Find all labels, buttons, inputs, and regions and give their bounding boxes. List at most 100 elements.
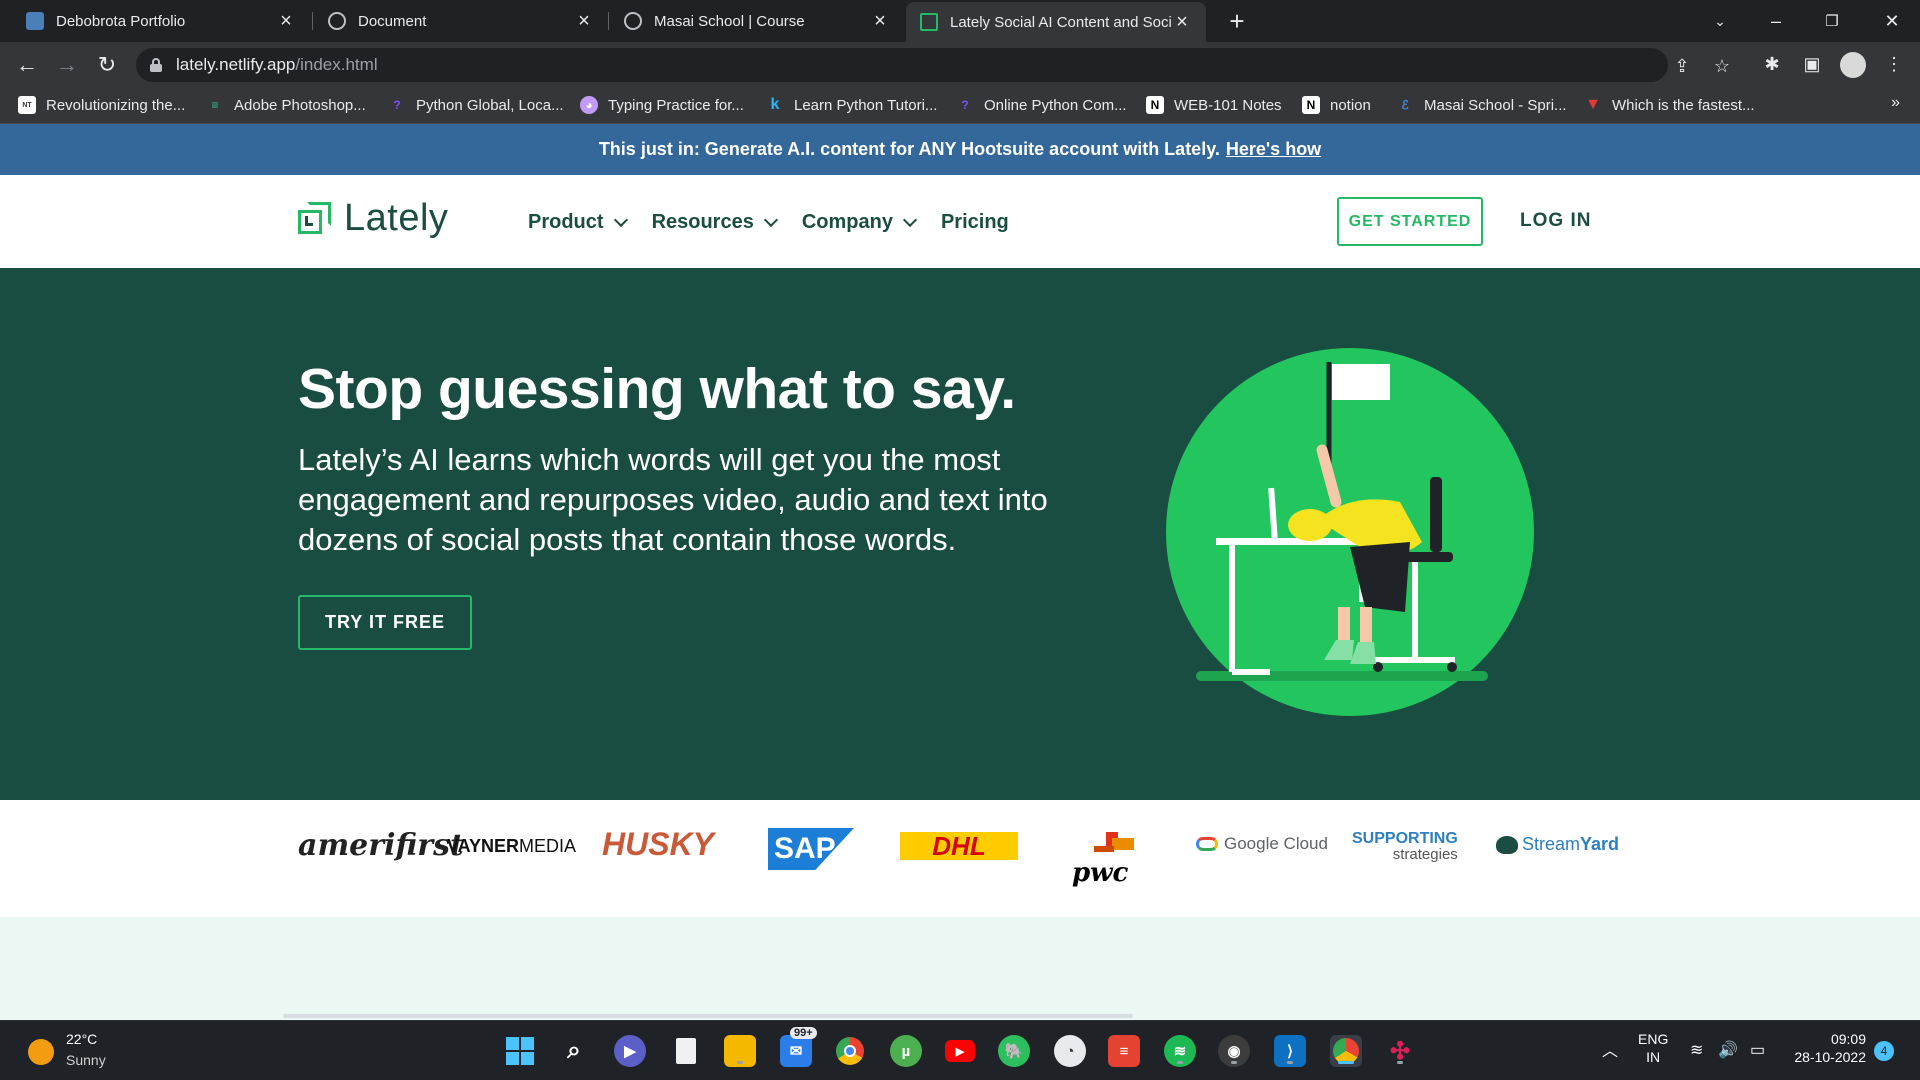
bookmark-item[interactable]: ? Online Python Com... (956, 96, 1126, 114)
google-cloud-icon (1196, 837, 1218, 851)
tab-title: Masai School | Course (654, 12, 805, 30)
start-icon[interactable] (504, 1035, 536, 1067)
bookmark-item[interactable]: ◕ Typing Practice for... (580, 96, 744, 114)
chevron-down-icon (763, 212, 778, 228)
bookmark-item[interactable]: ▼ Which is the fastest... (1584, 96, 1754, 114)
bookmark-item[interactable]: ≡ Adobe Photoshop... (206, 96, 366, 114)
youtube-icon[interactable]: ▶ (944, 1035, 976, 1067)
bookmark-label: WEB-101 Notes (1174, 96, 1282, 114)
volume-icon[interactable]: 🔊 (1718, 1040, 1738, 1060)
menu-resources[interactable]: Resources (652, 211, 778, 234)
bookmark-item[interactable]: ℰ Masai School - Spri... (1396, 96, 1566, 114)
mail-icon[interactable]: ✉ 99+ (780, 1027, 817, 1067)
notification-badge[interactable]: 4 (1874, 1041, 1894, 1061)
notion-icon: N (1302, 96, 1320, 114)
tab-search-icon[interactable]: ⌄ (1692, 0, 1748, 42)
lang-text: ENG (1638, 1031, 1669, 1047)
globe-icon (328, 12, 346, 30)
clock-app-icon[interactable]: ◔ (1054, 1035, 1086, 1067)
extensions-icon[interactable]: ✱ (1760, 52, 1784, 76)
notepad-icon[interactable] (670, 1035, 702, 1067)
bookmark-favicon-icon: ▼ (1585, 96, 1601, 113)
chrome-active-icon[interactable] (1330, 1035, 1362, 1067)
utorrent-icon[interactable]: µ (890, 1035, 922, 1067)
restore-icon[interactable]: ❐ (1804, 0, 1860, 42)
bookmark-favicon-icon: ? (961, 98, 969, 112)
tab-masai-school[interactable]: Masai School | Course × (610, 0, 904, 42)
back-icon[interactable]: ← (12, 50, 42, 80)
bookmark-item[interactable]: ? Python Global, Loca... (388, 96, 564, 114)
wifi-icon[interactable]: ≋ (1690, 1040, 1703, 1060)
file-explorer-icon[interactable] (724, 1035, 756, 1067)
horizontal-scrollbar[interactable] (283, 1014, 1133, 1018)
bookmark-favicon-icon: ◕ (580, 96, 598, 114)
profile-avatar[interactable] (1840, 52, 1866, 78)
logo-text: Lately (344, 197, 449, 239)
new-tab-icon[interactable]: + (1222, 6, 1252, 37)
search-icon[interactable]: ⌕ (558, 1035, 590, 1067)
menu-label: Product (528, 211, 604, 233)
teams-chat-icon[interactable]: ▶ (614, 1035, 646, 1067)
bookmark-star-icon[interactable]: ☆ (1712, 56, 1732, 76)
language-indicator[interactable]: ENG IN (1638, 1031, 1668, 1065)
forward-icon[interactable]: → (52, 50, 82, 80)
close-tab-icon[interactable]: × (276, 10, 296, 33)
evernote-icon[interactable]: 🐘 (998, 1035, 1030, 1067)
bookmark-label: notion (1330, 96, 1371, 114)
bookmark-label: Adobe Photoshop... (234, 96, 366, 114)
bookmark-item[interactable]: k Learn Python Tutori... (766, 96, 938, 114)
close-tab-icon[interactable]: × (1172, 11, 1192, 34)
tab-document[interactable]: Document × (314, 0, 608, 42)
address-bar[interactable]: lately.netlify.app /index.html ⇪ ☆ (136, 48, 1730, 82)
hero-section: Stop guessing what to say. Lately’s AI l… (0, 268, 1920, 800)
bookmark-item[interactable]: Nnotion (1302, 96, 1371, 114)
side-panel-icon[interactable]: ▣ (1800, 52, 1824, 76)
pwc-text: pwc (1072, 858, 1129, 888)
bookmark-item[interactable]: N WEB-101 Notes (1146, 96, 1282, 114)
menu-kebab-icon[interactable]: ⋮ (1882, 52, 1906, 76)
tab-separator (312, 12, 313, 30)
bookmark-label: Typing Practice for... (608, 96, 744, 114)
app-running-indicator (1177, 1061, 1183, 1064)
vaynermedia-logo: VAYNERMEDIA (447, 836, 576, 857)
close-window-icon[interactable]: ✕ (1864, 0, 1920, 42)
minimize-icon[interactable]: – (1748, 0, 1804, 42)
menu-pricing[interactable]: Pricing (941, 211, 1009, 234)
banner-link[interactable]: Here's how (1226, 139, 1321, 160)
site-header: Lately Product Resources Company Pricing… (0, 175, 1920, 268)
chrome-icon[interactable] (834, 1035, 866, 1067)
login-link[interactable]: LOG IN (1520, 210, 1591, 232)
bookmark-item[interactable]: NT Revolutionizing the... (18, 96, 185, 114)
menu-company[interactable]: Company (802, 211, 918, 234)
supporting-strategies-logo: SUPPORTING strategies (1352, 830, 1458, 863)
obs-icon[interactable]: ◉ (1218, 1035, 1250, 1067)
pwc-logo: pwc (1070, 832, 1150, 892)
pwc-mark-icon (1112, 838, 1134, 850)
spotify-icon[interactable]: ≋ (1164, 1035, 1196, 1067)
lately-logo[interactable]: Lately (298, 197, 448, 240)
reload-icon[interactable]: ↻ (92, 50, 122, 80)
strategies-text: strategies (1392, 846, 1458, 863)
chevron-down-icon (613, 212, 628, 228)
bookmark-favicon-icon: NT (18, 96, 36, 114)
menu-product[interactable]: Product (528, 211, 628, 234)
google-cloud-text: Google Cloud (1224, 834, 1328, 853)
close-tab-icon[interactable]: × (574, 10, 594, 33)
chevron-up-icon[interactable]: ︿ (1602, 1037, 1618, 1061)
sun-icon[interactable] (28, 1039, 54, 1065)
slack-icon[interactable]: ✣ (1384, 1035, 1416, 1067)
bookmark-label: Python Global, Loca... (416, 96, 564, 114)
get-started-button[interactable]: GET STARTED (1337, 197, 1483, 246)
share-icon[interactable]: ⇪ (1672, 56, 1692, 76)
try-it-free-button[interactable]: TRY IT FREE (298, 595, 472, 650)
tab-lately[interactable]: Lately Social AI Content and Soci × (906, 2, 1206, 42)
yard-text: Yard (1580, 834, 1620, 854)
close-tab-icon[interactable]: × (870, 10, 890, 33)
vscode-icon[interactable]: ⟩ (1274, 1035, 1306, 1067)
bookmarks-overflow-icon[interactable]: » (1891, 94, 1900, 112)
battery-icon[interactable]: ▭ (1750, 1040, 1765, 1060)
clock[interactable]: 09:09 28-10-2022 (1790, 1031, 1866, 1065)
todoist-icon[interactable]: ≡ (1108, 1035, 1140, 1067)
tab-debobrota-portfolio[interactable]: Debobrota Portfolio × (12, 0, 310, 42)
browser-toolbar: ← → ↻ lately.netlify.app /index.html ⇪ ☆… (0, 42, 1920, 88)
